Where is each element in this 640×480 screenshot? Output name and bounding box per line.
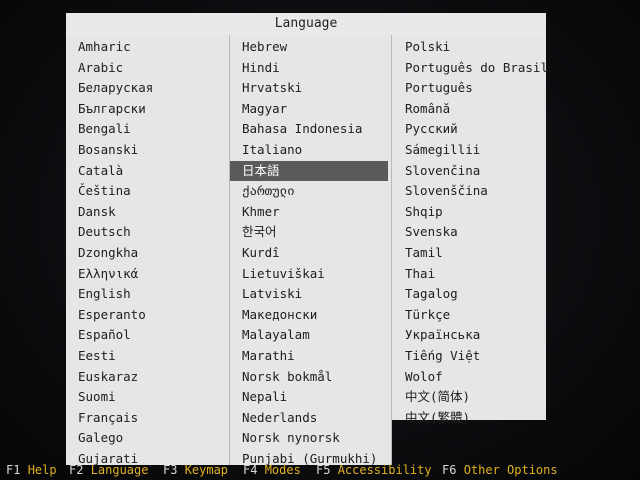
- function-key-label: Language: [90, 463, 149, 477]
- language-option[interactable]: 中文(简体): [405, 387, 470, 407]
- function-key-f1[interactable]: F1 Help: [6, 461, 57, 479]
- language-option[interactable]: Svenska: [405, 222, 458, 242]
- function-key-f6[interactable]: F6 Other Options: [442, 461, 558, 479]
- language-option[interactable]: Bosanski: [78, 140, 138, 160]
- language-option[interactable]: Polski: [405, 37, 450, 57]
- language-option[interactable]: Slovenščina: [405, 181, 488, 201]
- language-option[interactable]: Sámegillii: [405, 140, 480, 160]
- language-column-2: Hebrew Hindi Hrvatski Magyar Bahasa Indonesi…: [230, 35, 392, 466]
- language-option[interactable]: Tiếng Việt: [405, 346, 480, 366]
- language-option[interactable]: Hebrew: [242, 37, 287, 57]
- language-column-1: Amharic Arabic Беларуская Български Bengali B…: [66, 35, 230, 466]
- language-option[interactable]: Galego: [78, 428, 123, 448]
- function-key-f4[interactable]: F4 Modes: [243, 461, 301, 479]
- language-option[interactable]: Khmer: [242, 202, 280, 222]
- language-option[interactable]: English: [78, 284, 131, 304]
- language-option[interactable]: Norsk nynorsk: [242, 428, 340, 448]
- language-option[interactable]: Esperanto: [78, 305, 146, 325]
- language-option[interactable]: Nepali: [242, 387, 287, 407]
- function-key-label: Help: [27, 463, 57, 477]
- language-option[interactable]: Wolof: [405, 367, 443, 387]
- language-option[interactable]: Български: [78, 99, 146, 119]
- language-option[interactable]: ქართული: [242, 181, 295, 201]
- language-option[interactable]: 日本語: [230, 160, 388, 181]
- function-key-id: F4: [243, 463, 265, 477]
- language-column-3: Polski Português do Brasil Português Română…: [392, 35, 548, 425]
- function-key-id: F5: [316, 463, 338, 477]
- language-option[interactable]: Français: [78, 408, 138, 428]
- boot-screen: Language Amharic Arabic Беларуская Българск…: [0, 0, 640, 480]
- language-option[interactable]: Norsk bokmål: [242, 367, 332, 387]
- language-option[interactable]: Magyar: [242, 99, 287, 119]
- language-option[interactable]: Shqip: [405, 202, 443, 222]
- language-option[interactable]: Lietuviškai: [242, 264, 325, 284]
- language-option[interactable]: Español: [78, 325, 131, 345]
- language-option[interactable]: Amharic: [78, 37, 131, 57]
- language-option[interactable]: Català: [78, 161, 123, 181]
- language-option[interactable]: Português do Brasil: [405, 58, 548, 78]
- function-key-f2[interactable]: F2 Language: [69, 461, 148, 479]
- language-option[interactable]: Euskaraz: [78, 367, 138, 387]
- language-option[interactable]: Thai: [405, 264, 435, 284]
- function-key-label: Keymap: [184, 463, 229, 477]
- function-key-label: Accessibility: [337, 463, 432, 477]
- language-option[interactable]: Malayalam: [242, 325, 310, 345]
- function-key-label: Modes: [264, 463, 301, 477]
- function-key-id: F2: [69, 463, 91, 477]
- function-key-bar: F1 Help F2 Language F3 Keymap F4 Modes F5 Ac…: [0, 461, 640, 480]
- language-option[interactable]: Nederlands: [242, 408, 317, 428]
- language-option[interactable]: Italiano: [242, 140, 302, 160]
- language-option[interactable]: Suomi: [78, 387, 116, 407]
- language-option[interactable]: Slovenčina: [405, 161, 480, 181]
- language-option[interactable]: Dzongkha: [78, 243, 138, 263]
- language-option[interactable]: Українська: [405, 325, 480, 345]
- language-option[interactable]: Latviski: [242, 284, 302, 304]
- language-option[interactable]: Tamil: [405, 243, 443, 263]
- language-option[interactable]: Eesti: [78, 346, 116, 366]
- function-key-f3[interactable]: F3 Keymap: [163, 461, 228, 479]
- language-option[interactable]: Türkçe: [405, 305, 450, 325]
- language-option[interactable]: Română: [405, 99, 450, 119]
- language-option[interactable]: Македонски: [242, 305, 317, 325]
- language-option[interactable]: Arabic: [78, 58, 123, 78]
- language-option[interactable]: Kurdî: [242, 243, 280, 263]
- language-option[interactable]: Tagalog: [405, 284, 458, 304]
- language-option[interactable]: Dansk: [78, 202, 116, 222]
- language-option[interactable]: Hindi: [242, 58, 280, 78]
- function-key-id: F1: [6, 463, 28, 477]
- language-dialog: Language Amharic Arabic Беларуская Българск…: [66, 13, 548, 466]
- language-option[interactable]: 中文(繁體): [405, 408, 470, 428]
- dialog-title: Language: [66, 13, 546, 36]
- language-option[interactable]: Deutsch: [78, 222, 131, 242]
- function-key-f5[interactable]: F5 Accessibility: [316, 461, 432, 479]
- function-key-label: Other Options: [463, 463, 558, 477]
- language-option[interactable]: Беларуская: [78, 78, 153, 98]
- language-option[interactable]: Hrvatski: [242, 78, 302, 98]
- language-option[interactable]: 한국어: [242, 222, 277, 242]
- language-option[interactable]: Ελληνικά: [78, 264, 138, 284]
- function-key-id: F3: [163, 463, 185, 477]
- function-key-id: F6: [442, 463, 464, 477]
- language-option[interactable]: Bengali: [78, 119, 131, 139]
- language-option[interactable]: Bahasa Indonesia: [242, 119, 362, 139]
- language-option[interactable]: Čeština: [78, 181, 131, 201]
- language-option[interactable]: Marathi: [242, 346, 295, 366]
- language-option[interactable]: Português: [405, 78, 473, 98]
- language-option[interactable]: Русский: [405, 119, 458, 139]
